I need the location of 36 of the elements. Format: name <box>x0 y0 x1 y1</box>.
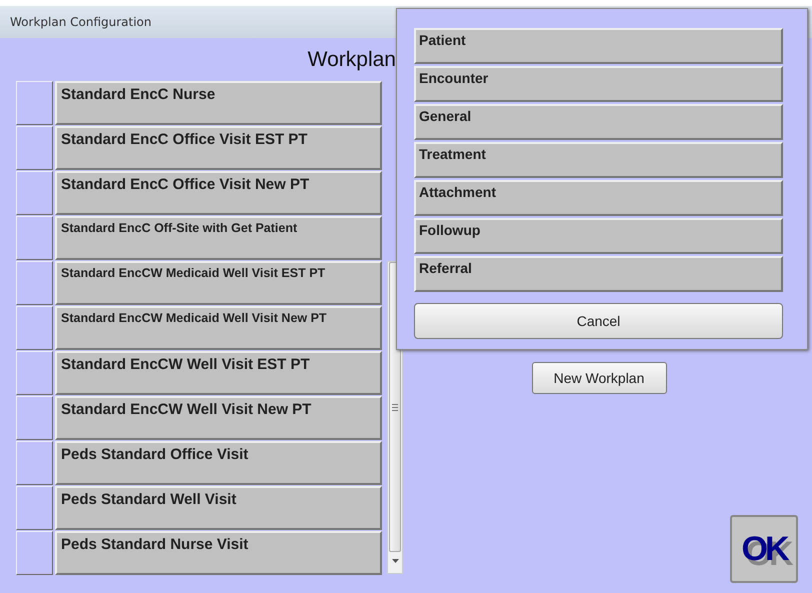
row-select-button[interactable] <box>16 351 53 395</box>
cancel-button[interactable]: Cancel <box>414 303 783 339</box>
heading: Workplan <box>308 48 396 72</box>
row-select-button[interactable] <box>16 396 53 440</box>
ok-button[interactable]: OK <box>730 515 798 583</box>
new-workplan-button[interactable]: New Workplan <box>532 362 666 394</box>
row-select-button[interactable] <box>16 261 53 305</box>
window-title: Workplan Configuration <box>10 15 152 29</box>
row-select-button[interactable] <box>16 81 53 125</box>
workplan-button[interactable]: Standard EncC Office Visit New PT <box>55 171 382 215</box>
row-select-button[interactable] <box>16 216 53 260</box>
category-button[interactable]: Treatment <box>414 142 783 178</box>
category-button[interactable]: Patient <box>414 28 783 64</box>
category-button[interactable]: Encounter <box>414 66 783 102</box>
row-select-button[interactable] <box>16 531 53 575</box>
workplan-button[interactable]: Standard EncC Nurse <box>55 81 382 125</box>
workplan-button[interactable]: Standard EncCW Medicaid Well Visit New PT <box>55 306 382 350</box>
row-select-button[interactable] <box>16 486 53 530</box>
grip-icon <box>392 404 398 410</box>
category-button[interactable]: Attachment <box>414 180 783 216</box>
workplan-button[interactable]: Standard EncCW Medicaid Well Visit EST PT <box>55 261 382 305</box>
workplan-button[interactable]: Standard EncC Off-Site with Get Patient <box>55 216 382 260</box>
workplan-button[interactable]: Peds Standard Nurse Visit <box>55 531 382 575</box>
row-select-button[interactable] <box>16 306 53 350</box>
category-button[interactable]: General <box>414 104 783 140</box>
category-button[interactable]: Followup <box>414 218 783 254</box>
workplan-button[interactable]: Standard EncC Office Visit EST PT <box>55 126 382 170</box>
workplan-button[interactable]: Peds Standard Well Visit <box>55 486 382 530</box>
category-button[interactable]: Referral <box>414 256 783 292</box>
workplan-button[interactable]: Standard EncCW Well Visit EST PT <box>55 351 382 395</box>
row-select-button[interactable] <box>16 171 53 215</box>
workplan-button[interactable]: Peds Standard Office Visit <box>55 441 382 485</box>
row-select-button[interactable] <box>16 441 53 485</box>
workplan-button[interactable]: Standard EncCW Well Visit New PT <box>55 396 382 440</box>
scroll-down-icon[interactable] <box>392 559 398 563</box>
row-select-button[interactable] <box>16 126 53 170</box>
